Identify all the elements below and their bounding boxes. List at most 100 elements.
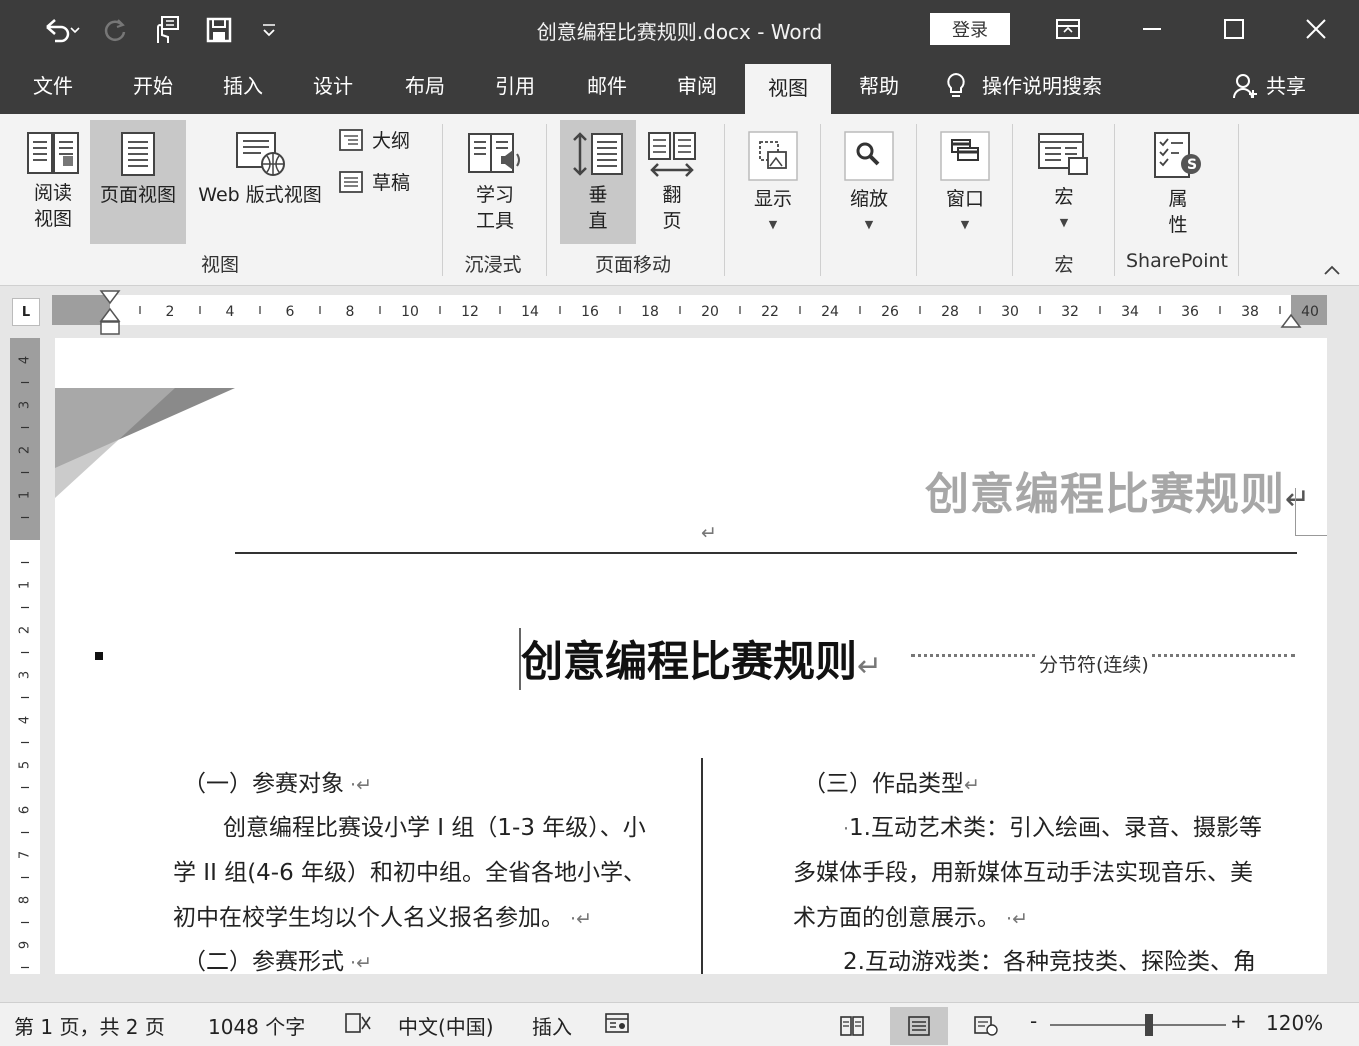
side-to-side-button[interactable]: 翻 页 — [640, 120, 704, 244]
ruler-label: 7 — [18, 851, 33, 859]
tab-selector[interactable]: L — [12, 298, 40, 326]
heading-work-types[interactable]: （三）作品类型↵ — [803, 764, 980, 798]
horizontal-ruler[interactable]: 2 4 6 8 10 12 14 16 18 20 22 24 26 28 30 32 34 36 38 40 — [52, 290, 1327, 335]
header-frame-corner — [1295, 488, 1327, 536]
tab-home[interactable]: 开始 — [118, 58, 188, 114]
tab-mailings[interactable]: 邮件 — [572, 58, 642, 114]
macros-button[interactable]: 宏 ▼ — [1028, 120, 1100, 244]
ruler-label: 38 — [1241, 304, 1259, 320]
ribbon-tabs: 文件 开始 插入 设计 布局 引用 邮件 审阅 视图 帮助 操作说明搜索 共享 — [0, 58, 1359, 114]
zoom-out-button[interactable]: - — [1030, 1009, 1037, 1033]
web-layout-view-button[interactable] — [966, 1007, 1006, 1045]
word-count[interactable]: 1048 个字 — [208, 1011, 305, 1040]
tab-help[interactable]: 帮助 — [844, 58, 914, 114]
heading-participants[interactable]: （一）参赛对象 ·↵ — [183, 764, 372, 798]
undo-button[interactable] — [36, 14, 86, 46]
tab-design[interactable]: 设计 — [298, 58, 368, 114]
heading-text: （三）作品类型 — [803, 771, 964, 797]
vertical-ruler[interactable]: 4 3 2 1 1 2 3 4 5 6 7 8 9 — [10, 338, 40, 974]
properties-button[interactable]: S 属 性 — [1140, 120, 1216, 244]
save-button[interactable] — [200, 14, 238, 46]
group-separator — [546, 124, 547, 276]
learning-tools-button[interactable]: 学习 工具 — [454, 120, 536, 244]
zoom-slider-thumb[interactable] — [1144, 1014, 1153, 1036]
right-indent-marker[interactable] — [1280, 311, 1302, 331]
vertical-label-1: 垂 — [588, 184, 608, 206]
heading-format[interactable]: （二）参赛形式 ·↵ — [183, 942, 372, 974]
group-label-immersive: 沉浸式 — [464, 254, 522, 276]
outline-label: 大纲 — [372, 130, 411, 152]
page-count[interactable]: 第 1 页，共 2 页 — [14, 1011, 165, 1040]
indent-marker[interactable] — [99, 289, 121, 337]
document-page[interactable]: 创意编程比赛规则↵ ↵ 创意编程比赛规则↵ 分节符(连续) （一）参赛对象 ·↵… — [55, 338, 1327, 974]
redo-button[interactable] — [98, 14, 132, 46]
group-separator — [724, 124, 725, 276]
horizontal-ruler-bar: L 2 4 6 8 10 12 14 16 18 20 22 24 26 28 30 32 34 36 38 40 — [0, 287, 1359, 337]
tab-references[interactable]: 引用 — [480, 58, 550, 114]
paragraph-line[interactable]: ·1.互动艺术类：引入绘画、录音、摄影等 — [843, 808, 1262, 842]
zoom-slider[interactable] — [1050, 1024, 1226, 1026]
collapse-ribbon-button[interactable] — [1322, 262, 1342, 281]
redo-icon — [104, 19, 126, 41]
paragraph-line[interactable]: 创意编程比赛设小学 I 组（1-3 年级）、小 — [223, 808, 646, 842]
ruler-label: 9 — [18, 941, 33, 949]
window-label: 窗口 — [945, 188, 984, 210]
read-mode-button[interactable]: 阅读 视图 — [18, 120, 88, 244]
tab-review[interactable]: 审阅 — [662, 58, 732, 114]
login-button[interactable]: 登录 — [930, 13, 1010, 45]
paragraph-mark: ↵ — [857, 649, 883, 684]
ruler-label: 2 — [166, 304, 175, 320]
ribbon-display-icon — [1056, 19, 1080, 39]
minimize-button[interactable] — [1130, 8, 1174, 50]
zoom-level[interactable]: 120% — [1266, 1011, 1323, 1035]
draft-button[interactable]: 草稿 — [338, 168, 410, 195]
group-separator — [820, 124, 821, 276]
ruler-label: 40 — [1301, 304, 1319, 320]
side-to-side-label-1: 翻 — [662, 184, 682, 206]
paragraph-line[interactable]: 术方面的创意展示。 ·↵ — [793, 898, 1028, 932]
ruler-label: 4 — [18, 356, 33, 364]
web-layout-button[interactable]: Web 版式视图 — [188, 120, 332, 244]
zoom-in-button[interactable]: + — [1230, 1009, 1247, 1033]
tab-layout[interactable]: 布局 — [390, 58, 460, 114]
macro-record-status[interactable] — [604, 1011, 630, 1040]
insert-mode-status[interactable]: 插入 — [532, 1011, 572, 1040]
paragraph-anchor-marker — [95, 652, 103, 660]
tell-me-search[interactable]: 操作说明搜索 — [944, 58, 1140, 114]
touch-mode-button[interactable] — [146, 14, 186, 46]
print-layout-view-button[interactable] — [890, 1007, 948, 1045]
header-title[interactable]: 创意编程比赛规则↵ — [925, 458, 1311, 522]
close-button[interactable] — [1294, 8, 1338, 50]
window-button[interactable]: 窗口 ▼ — [932, 120, 998, 244]
group-label-page-movement: 页面移动 — [594, 254, 671, 276]
tab-view[interactable]: 视图 — [745, 64, 831, 114]
proofing-status[interactable] — [344, 1011, 372, 1040]
undo-icon — [46, 19, 80, 43]
sharepoint-properties-icon: S — [1154, 132, 1201, 178]
ruler-label: 6 — [286, 304, 295, 320]
paragraph-line[interactable]: 2.互动游戏类：各种竞技类、探险类、角 — [843, 942, 1256, 974]
chevron-down-icon — [263, 24, 275, 37]
share-button[interactable]: 共享 — [1232, 58, 1322, 114]
read-mode-view-button[interactable] — [832, 1007, 872, 1045]
paragraph-line[interactable]: 学 II 组(4-6 年级）和初中组。全省各地小学、 — [173, 853, 646, 887]
save-icon — [206, 17, 232, 43]
document-title-heading[interactable]: 创意编程比赛规则↵ — [521, 628, 882, 689]
tab-file[interactable]: 文件 — [18, 58, 88, 114]
paragraph-line[interactable]: 多媒体手段，用新媒体互动手法实现音乐、美 — [793, 853, 1253, 887]
show-button[interactable]: 显示 ▼ — [740, 120, 806, 244]
outline-button[interactable]: 大纲 — [338, 126, 410, 153]
tab-insert[interactable]: 插入 — [208, 58, 278, 114]
maximize-button[interactable] — [1212, 8, 1256, 50]
print-layout-button[interactable]: 页面视图 — [90, 120, 186, 244]
language-status[interactable]: 中文(中国) — [398, 1011, 494, 1040]
header-rule — [235, 552, 1297, 554]
chevron-up-icon — [1324, 265, 1340, 275]
paragraph-line[interactable]: 初中在校学生均以个人名义报名参加。 ·↵ — [173, 898, 592, 932]
customize-qat-button[interactable] — [254, 14, 284, 46]
zoom-button[interactable]: 缩放 ▼ — [836, 120, 902, 244]
learning-tools-icon — [468, 133, 520, 173]
show-label: 显示 — [753, 188, 792, 210]
vertical-scroll-button[interactable]: 垂 直 — [560, 120, 636, 244]
ribbon-display-options-button[interactable] — [1046, 8, 1090, 50]
